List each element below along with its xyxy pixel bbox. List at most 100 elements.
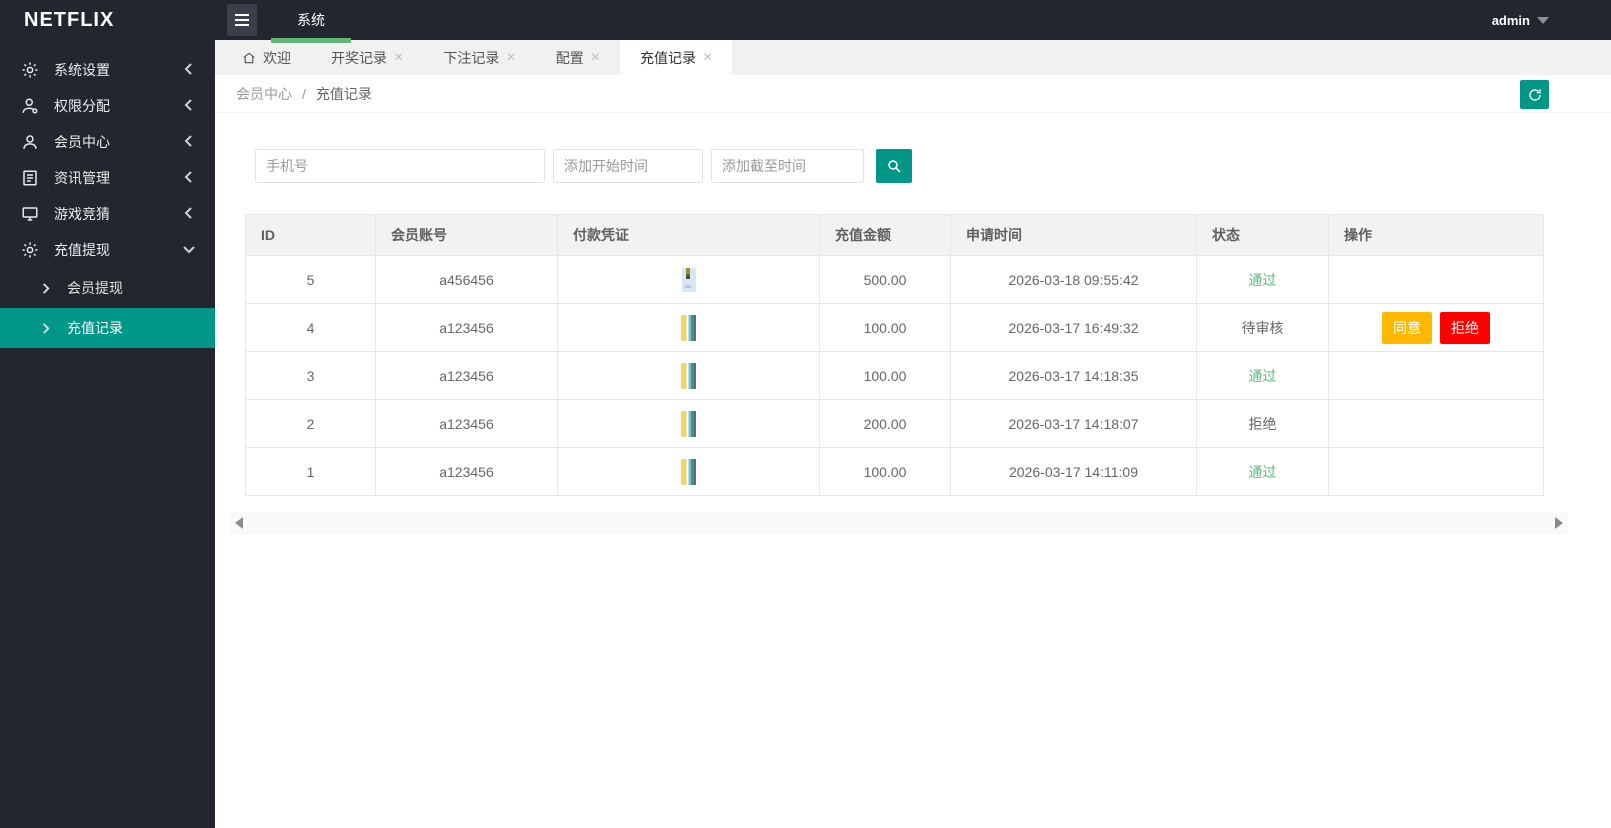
tab-config[interactable]: 配置 × — [536, 40, 620, 75]
column-header: 申请时间 — [950, 214, 1197, 256]
table-header-row: ID 会员账号 付款凭证 充值金额 申请时间 状态 操作 — [245, 214, 1544, 256]
cell-payment-proof — [557, 255, 820, 304]
cell-amount: 500.00 — [819, 255, 951, 304]
search-button[interactable] — [876, 149, 912, 183]
cell-actions — [1328, 399, 1544, 448]
scroll-left-icon[interactable] — [235, 517, 243, 529]
cell-amount: 100.00 — [819, 447, 951, 496]
sidebar-item-news-management[interactable]: 资讯管理 — [0, 160, 215, 196]
horizontal-scrollbar[interactable] — [230, 512, 1568, 534]
sidebar-item-permissions[interactable]: 权限分配 — [0, 88, 215, 124]
user-icon — [20, 132, 40, 152]
close-icon[interactable]: × — [506, 49, 515, 66]
reject-button[interactable]: 拒绝 — [1440, 311, 1490, 344]
tab-recharge-records[interactable]: 充值记录 × — [620, 40, 733, 75]
cell-status: 通过 — [1196, 351, 1329, 400]
table-row: 2 a123456 200.00 2026-03-17 14:18:07 拒绝 — [245, 399, 1544, 448]
cell-amount: 100.00 — [819, 303, 951, 352]
tab-lottery-records[interactable]: 开奖记录 × — [311, 40, 423, 75]
monitor-icon — [20, 204, 40, 224]
sidebar-item-system-settings[interactable]: 系统设置 — [0, 52, 215, 88]
close-icon[interactable]: × — [394, 49, 403, 66]
breadcrumb-parent[interactable]: 会员中心 — [236, 84, 292, 104]
tab-welcome[interactable]: 欢迎 — [222, 40, 311, 75]
username-label: admin — [1491, 12, 1530, 28]
cell-actions — [1328, 351, 1544, 400]
chevron-left-icon — [183, 170, 195, 186]
column-header: 付款凭证 — [557, 214, 820, 256]
breadcrumb: 会员中心 / 充值记录 — [215, 75, 1611, 113]
gear-icon — [20, 240, 40, 260]
document-icon — [20, 168, 40, 188]
cell-actions — [1328, 447, 1544, 496]
cell-id: 4 — [245, 303, 376, 352]
search-toolbar — [255, 149, 1611, 183]
active-nav-indicator — [271, 38, 351, 43]
cell-amount: 100.00 — [819, 351, 951, 400]
sidebar-subitem-label: 充值记录 — [67, 320, 123, 336]
cell-account: a123456 — [375, 303, 558, 352]
tab-bar: 欢迎 开奖记录 × 下注记录 × 配置 × 充值记录 × — [215, 40, 1611, 75]
column-header: 操作 — [1328, 214, 1544, 256]
sidebar-item-label: 系统设置 — [54, 62, 110, 78]
user-menu[interactable]: admin — [1492, 13, 1611, 28]
cell-apply-time: 2026-03-17 14:11:09 — [950, 447, 1197, 496]
chevron-left-icon — [183, 62, 195, 78]
breadcrumb-separator: / — [302, 85, 306, 102]
agree-button[interactable]: 同意 — [1382, 311, 1432, 344]
sidebar-subitem-member-withdraw[interactable]: 会员提现 — [0, 268, 215, 308]
sidebar-toggle-button[interactable] — [227, 4, 257, 36]
status-badge: 待审核 — [1241, 319, 1284, 336]
close-icon[interactable]: × — [703, 49, 712, 66]
sidebar-item-recharge-withdraw[interactable]: 充值提现 — [0, 232, 215, 268]
cell-account: a123456 — [375, 399, 558, 448]
cell-apply-time: 2026-03-17 14:18:07 — [950, 399, 1197, 448]
tab-label: 配置 — [555, 49, 584, 66]
recharge-table: ID 会员账号 付款凭证 充值金额 申请时间 状态 操作 5 a456456 500.00 … — [245, 214, 1544, 496]
chevron-right-icon — [40, 282, 51, 294]
close-icon[interactable]: × — [591, 49, 600, 66]
cell-id: 3 — [245, 351, 376, 400]
topnav-item-system[interactable]: 系统 — [271, 0, 351, 43]
cell-payment-proof — [557, 399, 820, 448]
chevron-left-icon — [183, 98, 195, 114]
column-header: ID — [245, 214, 376, 256]
main-content: 欢迎 开奖记录 × 下注记录 × 配置 × 充值记录 × 会员中心 / 充值记录… — [215, 40, 1611, 828]
payment-proof-thumbnail[interactable] — [681, 362, 696, 389]
tab-label: 开奖记录 — [331, 49, 387, 66]
scroll-right-icon[interactable] — [1555, 517, 1563, 529]
sidebar-item-label: 游戏竞猜 — [54, 206, 110, 222]
breadcrumb-current: 充值记录 — [315, 85, 372, 102]
cell-id: 2 — [245, 399, 376, 448]
sidebar-item-game-guess[interactable]: 游戏竞猜 — [0, 196, 215, 232]
start-time-input[interactable] — [553, 149, 703, 183]
cell-payment-proof — [557, 351, 820, 400]
table-row: 4 a123456 100.00 2026-03-17 16:49:32 待审核… — [245, 303, 1544, 352]
refresh-button[interactable] — [1520, 80, 1549, 109]
chevron-left-icon — [183, 134, 195, 150]
cell-account: a123456 — [375, 447, 558, 496]
payment-proof-thumbnail[interactable] — [681, 267, 696, 292]
payment-proof-thumbnail[interactable] — [681, 410, 696, 437]
app-logo: NETFLIX — [24, 8, 115, 31]
sidebar: 系统设置 权限分配 会员中心 资讯管理 游戏竞猜 充值提现 会员提现 充值记录 — [0, 40, 215, 828]
phone-input[interactable] — [255, 149, 545, 183]
cell-status: 通过 — [1196, 447, 1329, 496]
sidebar-item-label: 充值提现 — [54, 242, 110, 258]
cell-actions: 同意 拒绝 — [1328, 303, 1544, 352]
payment-proof-thumbnail[interactable] — [681, 458, 696, 485]
payment-proof-thumbnail[interactable] — [681, 314, 696, 341]
chevron-left-icon — [183, 206, 195, 222]
cell-id: 5 — [245, 255, 376, 304]
sidebar-subitem-recharge-records[interactable]: 充值记录 — [0, 308, 215, 348]
sidebar-item-label: 权限分配 — [54, 98, 110, 114]
user-permission-icon — [20, 96, 40, 116]
cell-amount: 200.00 — [819, 399, 951, 448]
cell-account: a456456 — [375, 255, 558, 304]
sidebar-item-member-center[interactable]: 会员中心 — [0, 124, 215, 160]
recharge-table-container: ID 会员账号 付款凭证 充值金额 申请时间 状态 操作 5 a456456 500.00 … — [245, 214, 1544, 496]
end-time-input[interactable] — [711, 149, 864, 183]
tab-label: 充值记录 — [640, 49, 697, 66]
tab-bet-records[interactable]: 下注记录 × — [423, 40, 535, 75]
cell-apply-time: 2026-03-18 09:55:42 — [950, 255, 1197, 304]
